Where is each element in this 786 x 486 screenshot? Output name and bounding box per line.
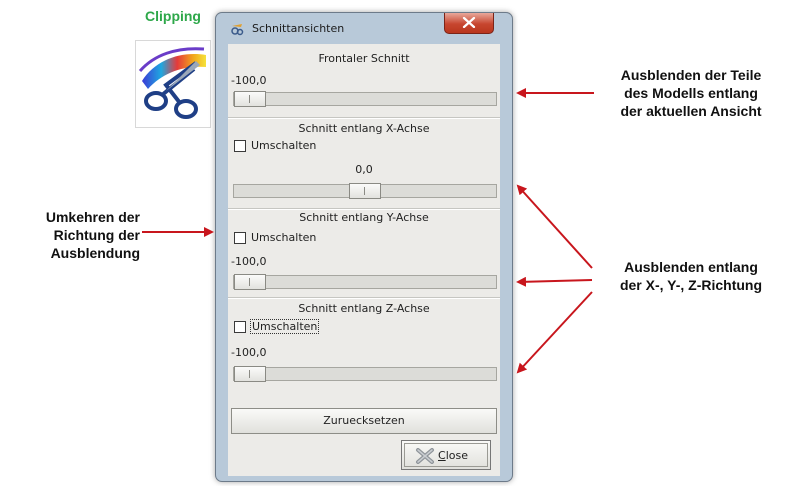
- y-axis-value: -100,0: [231, 255, 267, 268]
- close-x-icon: [416, 448, 434, 464]
- x-axis-value: 0,0: [355, 163, 373, 176]
- annotation-line: des Modells entlang: [624, 85, 758, 101]
- x-axis-slider-thumb[interactable]: [349, 183, 381, 199]
- divider: [228, 208, 500, 210]
- z-axis-slider[interactable]: [233, 366, 497, 382]
- close-label-rest: lose: [445, 449, 468, 462]
- y-axis-toggle-checkbox[interactable]: [234, 232, 246, 244]
- close-button-label: Close: [438, 449, 468, 462]
- frontal-value: -100,0: [231, 74, 267, 87]
- arrow-to-y-slider: [516, 276, 593, 287]
- reset-button[interactable]: Zuruecksetzen: [231, 408, 497, 434]
- arrow-to-x-slider: [516, 184, 593, 269]
- annotation-line: Ausblenden der Teile: [620, 67, 762, 83]
- annotation-xyz-direction: Ausblenden entlang der X-, Y-, Z-Richtun…: [596, 258, 786, 294]
- z-axis-value: -100,0: [231, 346, 267, 359]
- annotation-line: Richtung der: [53, 227, 140, 243]
- close-mnemonic: C: [438, 449, 446, 462]
- app-icon: [231, 24, 244, 36]
- x-axis-section-title: Schnitt entlang X-Achse: [298, 122, 430, 135]
- frontal-slider-thumb[interactable]: [234, 91, 266, 107]
- z-axis-slider-thumb[interactable]: [234, 366, 266, 382]
- window-close-button[interactable]: [444, 13, 494, 34]
- annotation-reverse-direction: Umkehren der Richtung der Ausblendung: [0, 208, 140, 262]
- annotation-current-view: Ausblenden der Teile des Modells entlang…: [596, 66, 786, 120]
- y-axis-toggle-label: Umschalten: [251, 231, 317, 244]
- annotation-line: Ausblenden entlang: [624, 259, 758, 275]
- divider: [228, 117, 500, 119]
- frontal-slider[interactable]: [233, 91, 497, 107]
- annotation-line: Ausblendung: [50, 245, 140, 261]
- arrow-to-z-slider: [516, 291, 593, 374]
- y-axis-slider[interactable]: [233, 274, 497, 290]
- z-axis-toggle-checkbox[interactable]: [234, 321, 246, 333]
- annotation-line: der X-, Y-, Z-Richtung: [619, 277, 763, 293]
- divider: [228, 297, 500, 299]
- title-bar[interactable]: Schnittansichten: [216, 13, 512, 43]
- x-axis-toggle-label: Umschalten: [251, 139, 317, 152]
- z-axis-section-title: Schnitt entlang Z-Achse: [298, 302, 430, 315]
- x-axis-toggle-checkbox[interactable]: [234, 140, 246, 152]
- x-axis-slider[interactable]: [233, 183, 497, 199]
- y-axis-section-title: Schnitt entlang Y-Achse: [299, 211, 429, 224]
- close-icon: [462, 17, 476, 28]
- annotation-line: Umkehren der: [45, 209, 140, 225]
- clipping-scissors-icon[interactable]: [135, 40, 211, 128]
- clipping-label: Clipping: [145, 8, 201, 24]
- frontal-section-title: Frontaler Schnitt: [318, 52, 410, 65]
- z-axis-toggle-label: Umschalten: [250, 319, 320, 334]
- y-axis-slider-thumb[interactable]: [234, 274, 266, 290]
- close-button[interactable]: Close: [401, 440, 491, 470]
- annotation-line: der aktuellen Ansicht: [620, 103, 762, 119]
- window-title: Schnittansichten: [252, 22, 345, 35]
- schnittansichten-dialog: Schnittansichten Frontaler Schnitt -100,…: [215, 12, 513, 482]
- dialog-body: Frontaler Schnitt -100,0 Schnitt entlang…: [228, 44, 500, 476]
